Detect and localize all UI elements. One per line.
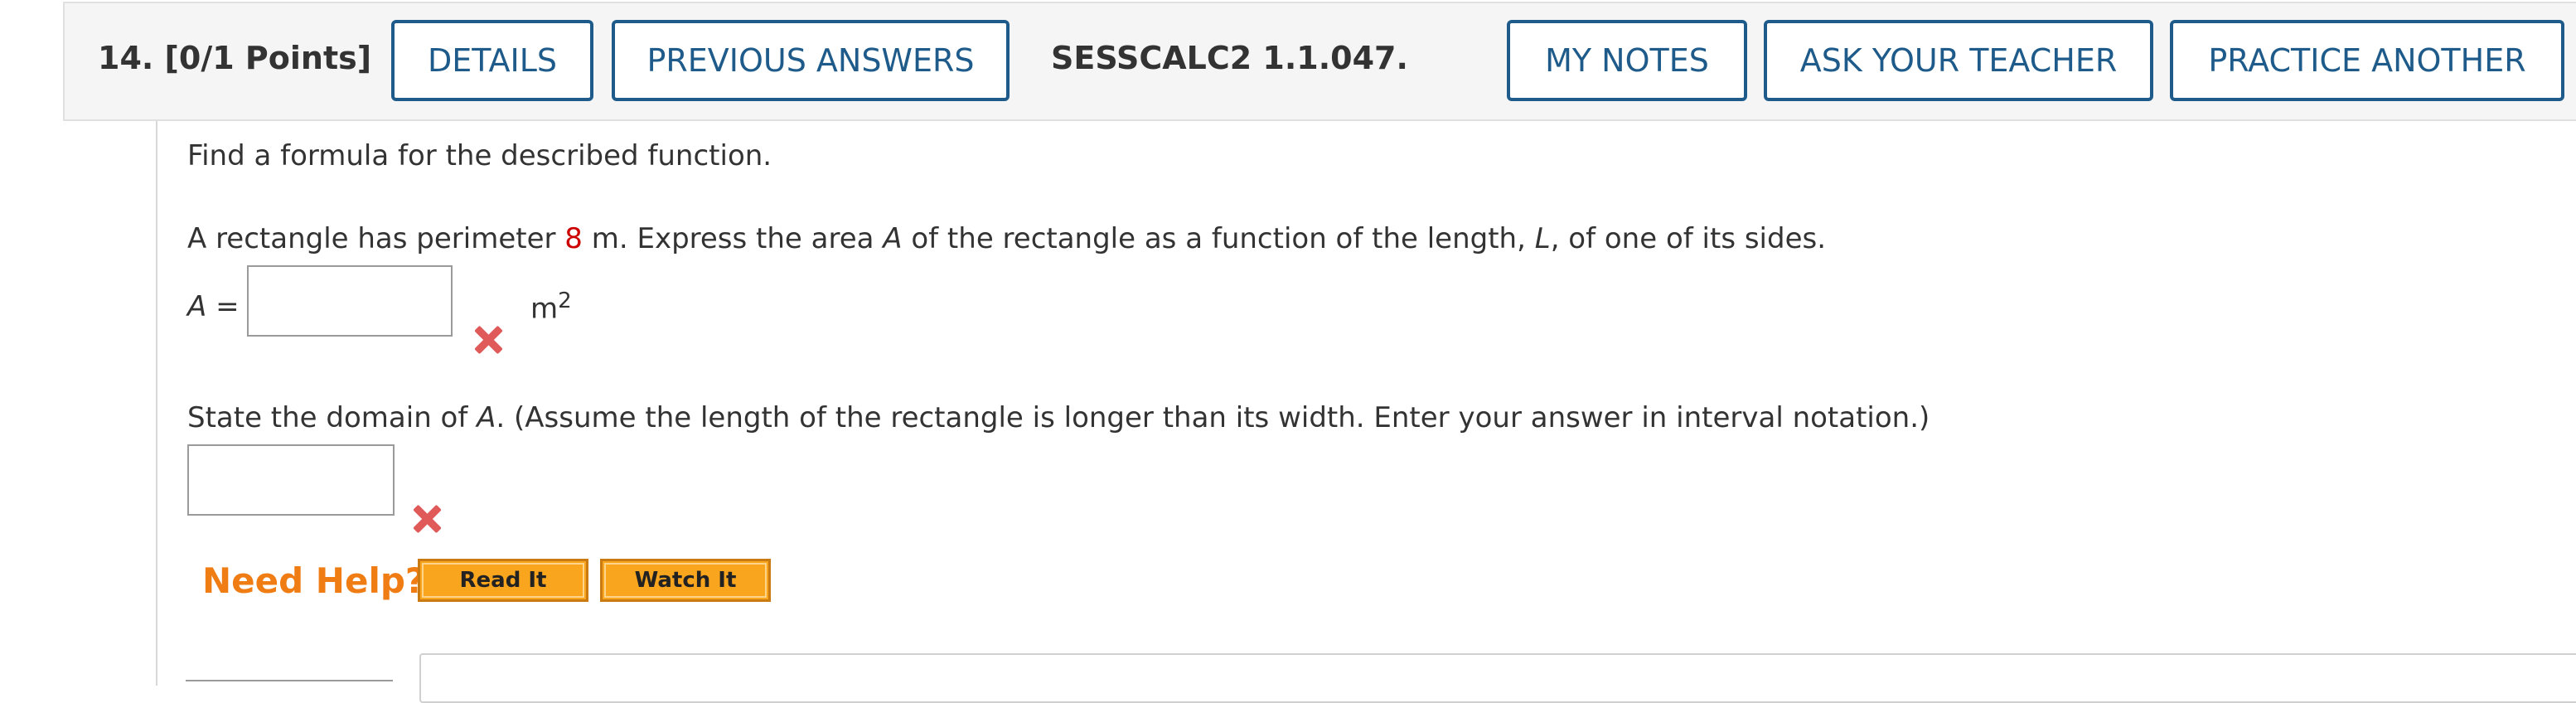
practice-another-button[interactable]: PRACTICE ANOTHER <box>2170 20 2564 101</box>
perimeter-value: 8 <box>564 222 583 255</box>
problem-text-pre: A rectangle has perimeter <box>187 222 565 255</box>
assignment-code: SESSCALC2 1.1.047. <box>1051 40 1408 76</box>
read-it-button[interactable]: Read It <box>418 559 588 602</box>
incorrect-icon <box>471 323 504 356</box>
my-notes-button[interactable]: MY NOTES <box>1507 20 1747 101</box>
problem-statement: A rectangle has perimeter 8 m. Express t… <box>187 222 1826 255</box>
problem-text-post: , of one of its sides. <box>1550 222 1827 255</box>
previous-answers-button[interactable]: PREVIOUS ANSWERS <box>612 20 1010 101</box>
question-left-border <box>156 121 157 686</box>
problem-text-mid2: of the rectangle as a function of the le… <box>902 222 1535 255</box>
bottom-input-edge <box>186 680 393 690</box>
domain-variable: A <box>477 401 496 434</box>
next-panel-edge <box>419 653 2576 703</box>
incorrect-icon <box>409 502 443 536</box>
details-button[interactable]: DETAILS <box>391 20 593 101</box>
watch-it-button[interactable]: Watch It <box>600 559 771 602</box>
domain-text-pre: State the domain of <box>187 401 477 434</box>
instruction-text: Find a formula for the described functio… <box>187 139 772 172</box>
unit-base: m <box>530 292 559 326</box>
area-unit: m2 <box>530 288 572 325</box>
domain-text-post: . (Assume the length of the rectangle is… <box>496 401 1930 434</box>
answer1-label: A = <box>187 290 240 323</box>
length-variable: L <box>1534 222 1551 255</box>
area-formula-input[interactable] <box>247 265 453 337</box>
need-help-label: Need Help? <box>202 560 426 601</box>
question-points-label: 14. [0/1 Points] <box>98 40 372 76</box>
domain-question: State the domain of A. (Assume the lengt… <box>187 401 1930 434</box>
unit-exponent: 2 <box>558 288 572 313</box>
problem-text-mid1: m. Express the area <box>582 222 884 255</box>
domain-input[interactable] <box>187 444 395 516</box>
area-variable: A <box>883 222 903 255</box>
ask-your-teacher-button[interactable]: ASK YOUR TEACHER <box>1764 20 2153 101</box>
